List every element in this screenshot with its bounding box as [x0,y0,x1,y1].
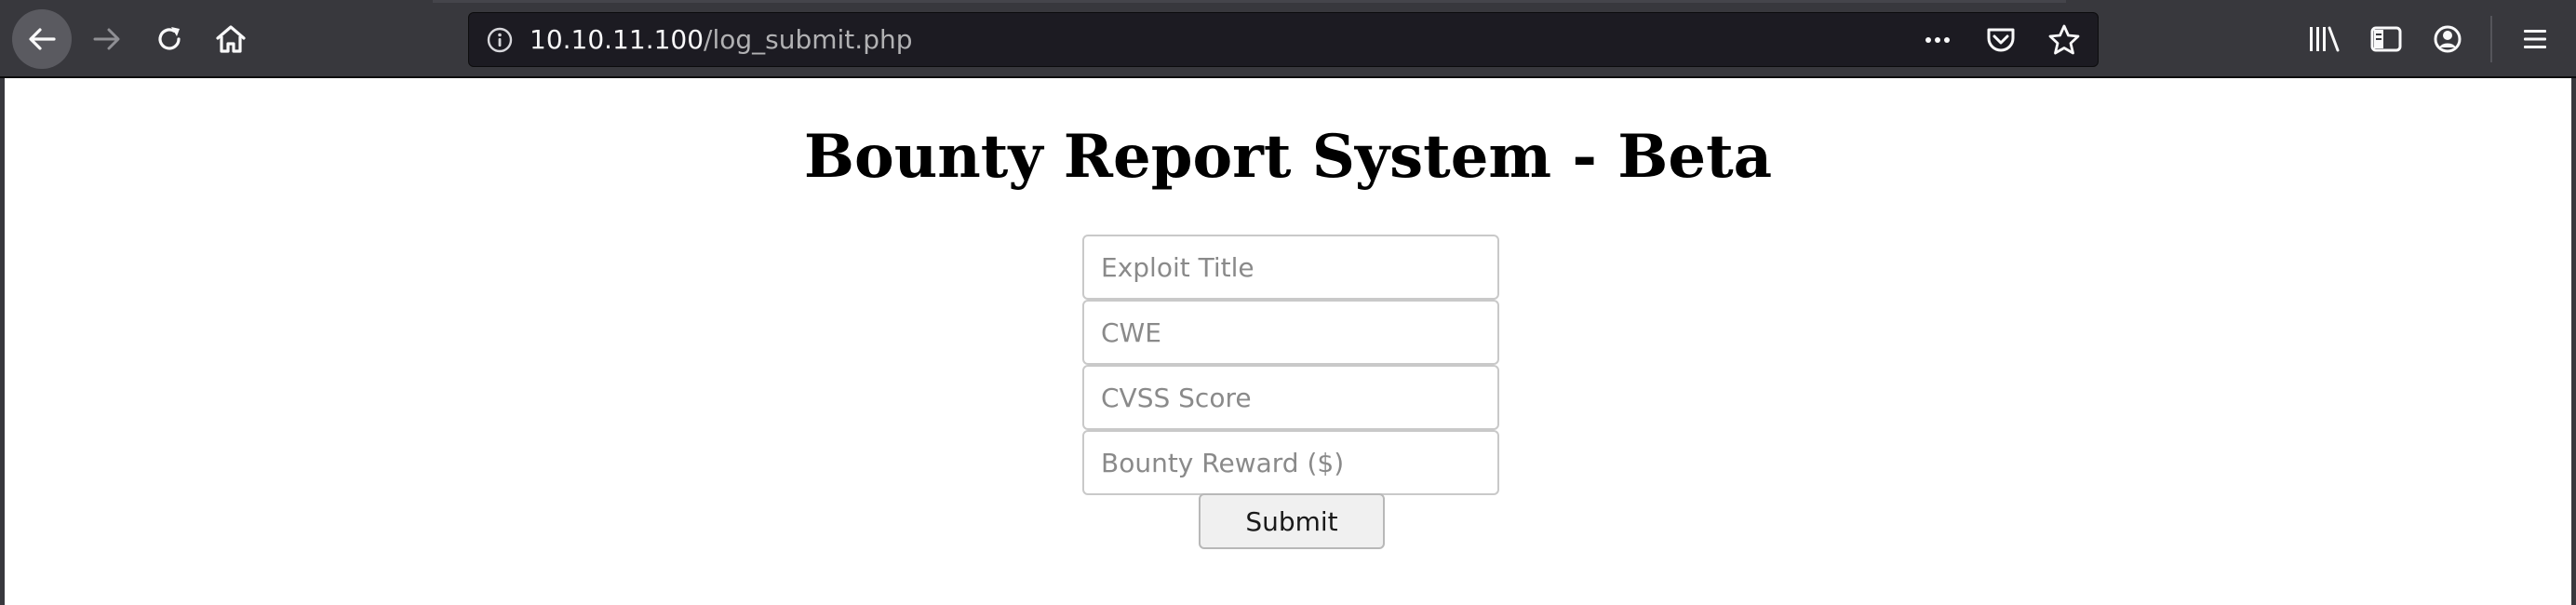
url-host: 10.10.11.100 [530,24,704,55]
cvss-score-input[interactable] [1082,365,1499,430]
pocket-icon[interactable] [1984,23,2018,57]
back-button[interactable] [12,9,72,69]
back-icon [29,28,56,50]
browser-window: 10.10.11.100/log_submit.php Bounty Repor… [0,0,2576,605]
reload-button[interactable] [140,9,199,69]
home-icon [216,25,246,53]
site-info-icon[interactable] [486,26,514,54]
account-icon[interactable] [2425,17,2470,61]
browser-toolbar: 10.10.11.100/log_submit.php [0,0,2576,78]
tab-strip-accent [433,0,2066,3]
url-actions [1921,22,2081,58]
bookmark-star-icon[interactable] [2047,23,2081,57]
exploit-title-input[interactable] [1082,235,1499,300]
forward-button[interactable] [77,9,137,69]
page-title: Bounty Report System - Beta [803,122,1773,192]
url-path: /log_submit.php [704,24,913,55]
url-bar[interactable]: 10.10.11.100/log_submit.php [468,12,2099,67]
library-icon[interactable] [2302,17,2347,61]
menu-icon[interactable] [2513,17,2557,61]
url-text[interactable]: 10.10.11.100/log_submit.php [530,23,912,57]
sidebar-icon[interactable] [2364,17,2408,61]
toolbar-right [2286,16,2557,62]
bounty-reward-input[interactable] [1082,430,1499,495]
cwe-input[interactable] [1082,300,1499,365]
reload-icon [158,27,181,50]
page-content: Bounty Report System - Beta Submit [5,78,2571,605]
submit-button[interactable]: Submit [1199,493,1385,549]
toolbar-separator [2490,16,2492,62]
home-button[interactable] [201,9,261,69]
page-actions-icon[interactable] [1921,23,1954,57]
forward-icon [93,28,120,50]
bounty-report-form [1082,235,1499,495]
